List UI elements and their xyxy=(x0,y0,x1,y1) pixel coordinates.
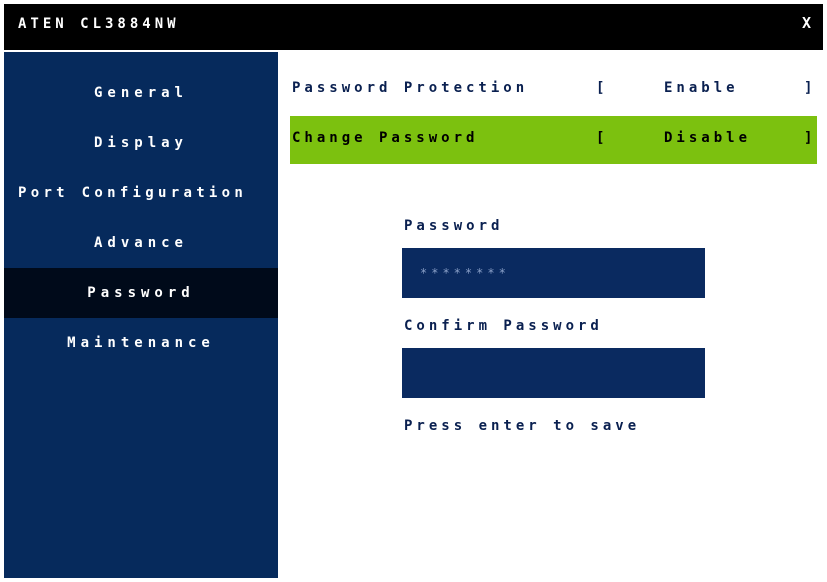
bracket-close: ] xyxy=(804,130,817,146)
setting-label: Password Protection xyxy=(292,80,529,96)
sidebar-item-display[interactable]: Display xyxy=(4,118,278,168)
title-bar: ATEN CL3884NW X xyxy=(4,4,823,50)
close-button[interactable]: X xyxy=(802,14,811,32)
main-panel: Password Protection [ Enable ] Change Pa… xyxy=(278,52,823,578)
password-field[interactable]: ******** xyxy=(402,248,705,298)
sidebar-item-maintenance[interactable]: Maintenance xyxy=(4,318,278,368)
confirm-password-field[interactable] xyxy=(402,348,705,398)
sidebar-item-password[interactable]: Password xyxy=(4,268,278,318)
setting-row-password-protection[interactable]: Password Protection [ Enable ] xyxy=(290,66,817,114)
setting-value: Enable xyxy=(664,80,739,96)
setting-value: Disable xyxy=(664,130,752,146)
bracket-close: ] xyxy=(804,80,817,96)
app-window: ATEN CL3884NW X General Display Port Con… xyxy=(4,4,823,578)
confirm-password-label: Confirm Password xyxy=(404,318,603,334)
bracket-open: [ xyxy=(596,130,609,146)
setting-row-change-password[interactable]: Change Password [ Disable ] xyxy=(290,116,817,164)
sidebar-item-advance[interactable]: Advance xyxy=(4,218,278,268)
password-label: Password xyxy=(404,218,504,234)
sidebar: General Display Port Configuration Advan… xyxy=(4,52,278,578)
bracket-open: [ xyxy=(596,80,609,96)
setting-label: Change Password xyxy=(292,130,479,146)
sidebar-item-general[interactable]: General xyxy=(4,68,278,118)
sidebar-item-port-configuration[interactable]: Port Configuration xyxy=(4,168,278,218)
window-title: ATEN CL3884NW xyxy=(18,16,180,32)
save-hint: Press enter to save xyxy=(404,418,641,434)
